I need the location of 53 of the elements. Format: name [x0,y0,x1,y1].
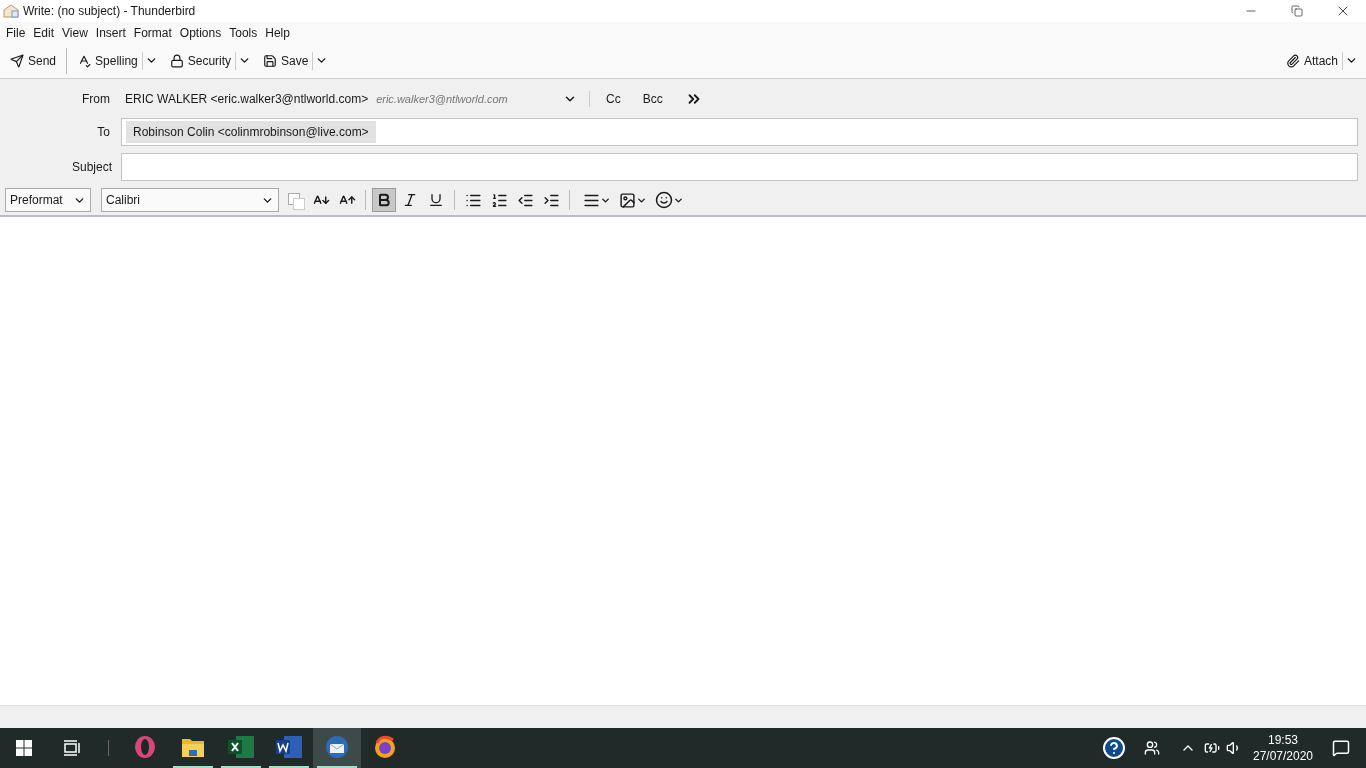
send-button[interactable]: Send [6,47,61,74]
send-icon [10,53,24,68]
subject-field[interactable] [121,153,1358,181]
to-label: To [96,124,111,141]
windows-start-icon[interactable] [16,740,32,756]
recipient-pill[interactable]: Robinson Colin <colinmrobinson@live.com> [126,121,376,143]
spelling-icon [77,53,92,68]
menu-item[interactable]: Edit [29,23,59,42]
menu-item[interactable]: Options [175,23,226,42]
font-select[interactable]: Calibri [101,188,279,212]
save-button[interactable]: Save [259,47,313,74]
numbered-list-icon [490,191,508,209]
battery-icon[interactable] [1204,740,1220,756]
image-icon [619,191,636,209]
from-select[interactable]: ERIC WALKER <eric.walker3@ntlworld.com> eric.walker3@ntlworld.com [125,90,577,108]
italic-icon [402,192,418,208]
spelling-button[interactable]: Spelling [73,47,142,74]
paperclip-icon [1285,53,1300,68]
menu-item[interactable]: Format [129,23,176,42]
task-view-icon[interactable] [63,740,81,756]
cc-button[interactable]: Cc [602,90,625,108]
bcc-button[interactable]: Bcc [638,90,667,108]
attach-button[interactable]: Attach [1281,47,1342,74]
security-icon [169,53,184,68]
envelope-icon [3,4,19,18]
menu-item[interactable]: File [2,23,30,42]
smiley-icon [654,191,673,209]
security-button[interactable]: Security [165,47,236,74]
clock-time[interactable]: 19:53 [1268,732,1298,748]
folder-icon [181,736,205,758]
document-icon [276,736,302,758]
save-icon [263,53,278,68]
notifications-icon[interactable] [1332,739,1350,757]
menu-item[interactable]: Insert [91,23,130,42]
menu-item[interactable]: View [58,23,92,42]
bold-button[interactable] [372,188,396,212]
opera-icon [133,735,157,759]
taskbar-app-button[interactable] [313,728,361,768]
paragraph-format-select[interactable]: Preformat [5,188,91,212]
subject-label: Subject [70,159,112,176]
help-icon[interactable] [1102,736,1126,760]
people-icon[interactable] [1144,740,1160,756]
clock-date[interactable]: 27/07/2020 [1252,748,1314,764]
restore-icon [1291,5,1303,17]
to-field[interactable]: Robinson Colin <colinmrobinson@live.com> [121,118,1358,146]
window-title: Write: (no subject) - Thunderbird [23,3,196,20]
spreadsheet-icon [228,736,254,758]
bold-icon [376,192,392,208]
menu-item[interactable]: Tools [225,23,262,42]
from-label: From [81,91,111,108]
menu-item[interactable]: Help [261,23,294,42]
underline-icon [428,192,444,208]
mail-bird-icon [325,735,349,759]
